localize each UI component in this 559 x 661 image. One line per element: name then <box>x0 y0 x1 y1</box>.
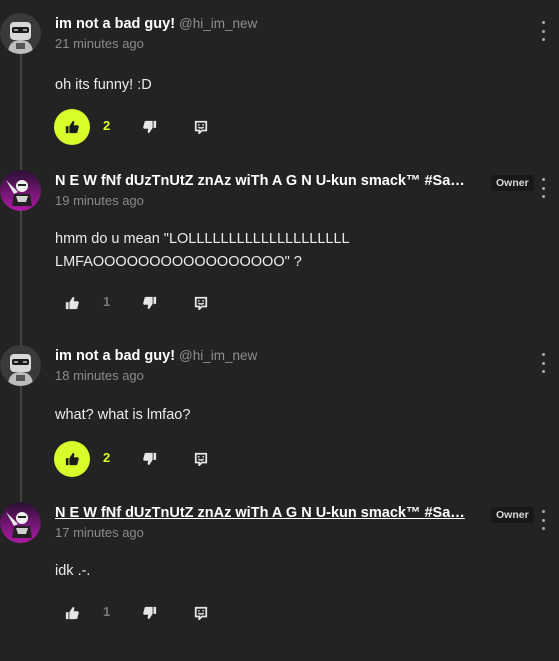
more-vertical-icon <box>541 510 545 513</box>
thumbs-up-icon <box>65 452 79 466</box>
more-options-button[interactable] <box>538 178 548 198</box>
like-button[interactable] <box>54 441 90 477</box>
reply-icon <box>194 606 208 620</box>
avatar[interactable] <box>0 170 41 211</box>
comment-text: oh its funny! :D <box>55 77 152 93</box>
thumbs-up-icon <box>65 606 79 620</box>
author-name[interactable]: im not a bad guy! @hi_im_new <box>55 16 315 32</box>
more-vertical-icon <box>541 353 545 356</box>
thread-line <box>20 40 22 510</box>
like-count: 1 <box>103 604 111 619</box>
owner-badge: Owner <box>491 507 534 523</box>
author-display-name: im not a bad guy! <box>55 348 176 364</box>
reply-icon <box>194 120 208 134</box>
reply-button[interactable] <box>192 118 210 136</box>
avatar[interactable] <box>0 345 41 386</box>
comment-actions: 2 <box>54 109 254 145</box>
comment-text: idk .-. <box>55 563 91 579</box>
comment-actions: 1 <box>54 595 254 631</box>
timestamp: 21 minutes ago <box>55 36 144 51</box>
author-name[interactable]: im not a bad guy! @hi_im_new <box>55 348 315 364</box>
dislike-button[interactable] <box>141 450 159 468</box>
thumbs-down-icon <box>143 296 157 310</box>
reply-icon <box>194 452 208 466</box>
thumbs-down-icon <box>143 120 157 134</box>
author-display-name: im not a bad guy! <box>55 16 176 32</box>
reply-button[interactable] <box>192 450 210 468</box>
dislike-button[interactable] <box>141 118 159 136</box>
dislike-button[interactable] <box>141 604 159 622</box>
comment-text: what? what is lmfao? <box>55 407 191 423</box>
reply-button[interactable] <box>192 294 210 312</box>
like-button[interactable] <box>54 109 90 145</box>
owner-badge: Owner <box>491 175 534 191</box>
more-options-button[interactable] <box>538 353 548 373</box>
thumbs-up-icon <box>65 296 79 310</box>
comment-actions: 2 <box>54 441 254 477</box>
comment-text: hmm do u mean "LOLLLLLLLLLLLLLLLLLLLL LM… <box>55 231 350 270</box>
timestamp: 19 minutes ago <box>55 193 144 208</box>
thumbs-down-icon <box>143 452 157 466</box>
avatar[interactable] <box>0 502 41 543</box>
like-count: 2 <box>103 450 111 465</box>
like-count: 2 <box>103 118 111 133</box>
reply-icon <box>194 296 208 310</box>
author-name[interactable]: N E W fNf dUzTnUtZ znAz wiTh A G N U-kun… <box>55 173 480 189</box>
more-vertical-icon <box>541 178 545 181</box>
reply-button[interactable] <box>192 604 210 622</box>
timestamp: 17 minutes ago <box>55 525 144 540</box>
thumbs-down-icon <box>143 606 157 620</box>
more-vertical-icon <box>541 21 545 24</box>
like-count: 1 <box>103 294 111 309</box>
like-button[interactable] <box>54 285 90 321</box>
author-display-name: N E W fNf dUzTnUtZ znAz wiTh A G N U-kun… <box>55 505 465 521</box>
dislike-button[interactable] <box>141 294 159 312</box>
comment-actions: 1 <box>54 285 254 321</box>
more-options-button[interactable] <box>538 510 548 530</box>
thumbs-up-icon <box>65 120 79 134</box>
author-display-name: N E W fNf dUzTnUtZ znAz wiTh A G N U-kun… <box>55 173 465 189</box>
timestamp: 18 minutes ago <box>55 368 144 383</box>
like-button[interactable] <box>54 595 90 631</box>
author-handle: @hi_im_new <box>179 16 258 31</box>
author-handle: @hi_im_new <box>179 348 258 363</box>
avatar[interactable] <box>0 13 41 54</box>
author-name[interactable]: N E W fNf dUzTnUtZ znAz wiTh A G N U-kun… <box>55 505 480 521</box>
more-options-button[interactable] <box>538 21 548 41</box>
